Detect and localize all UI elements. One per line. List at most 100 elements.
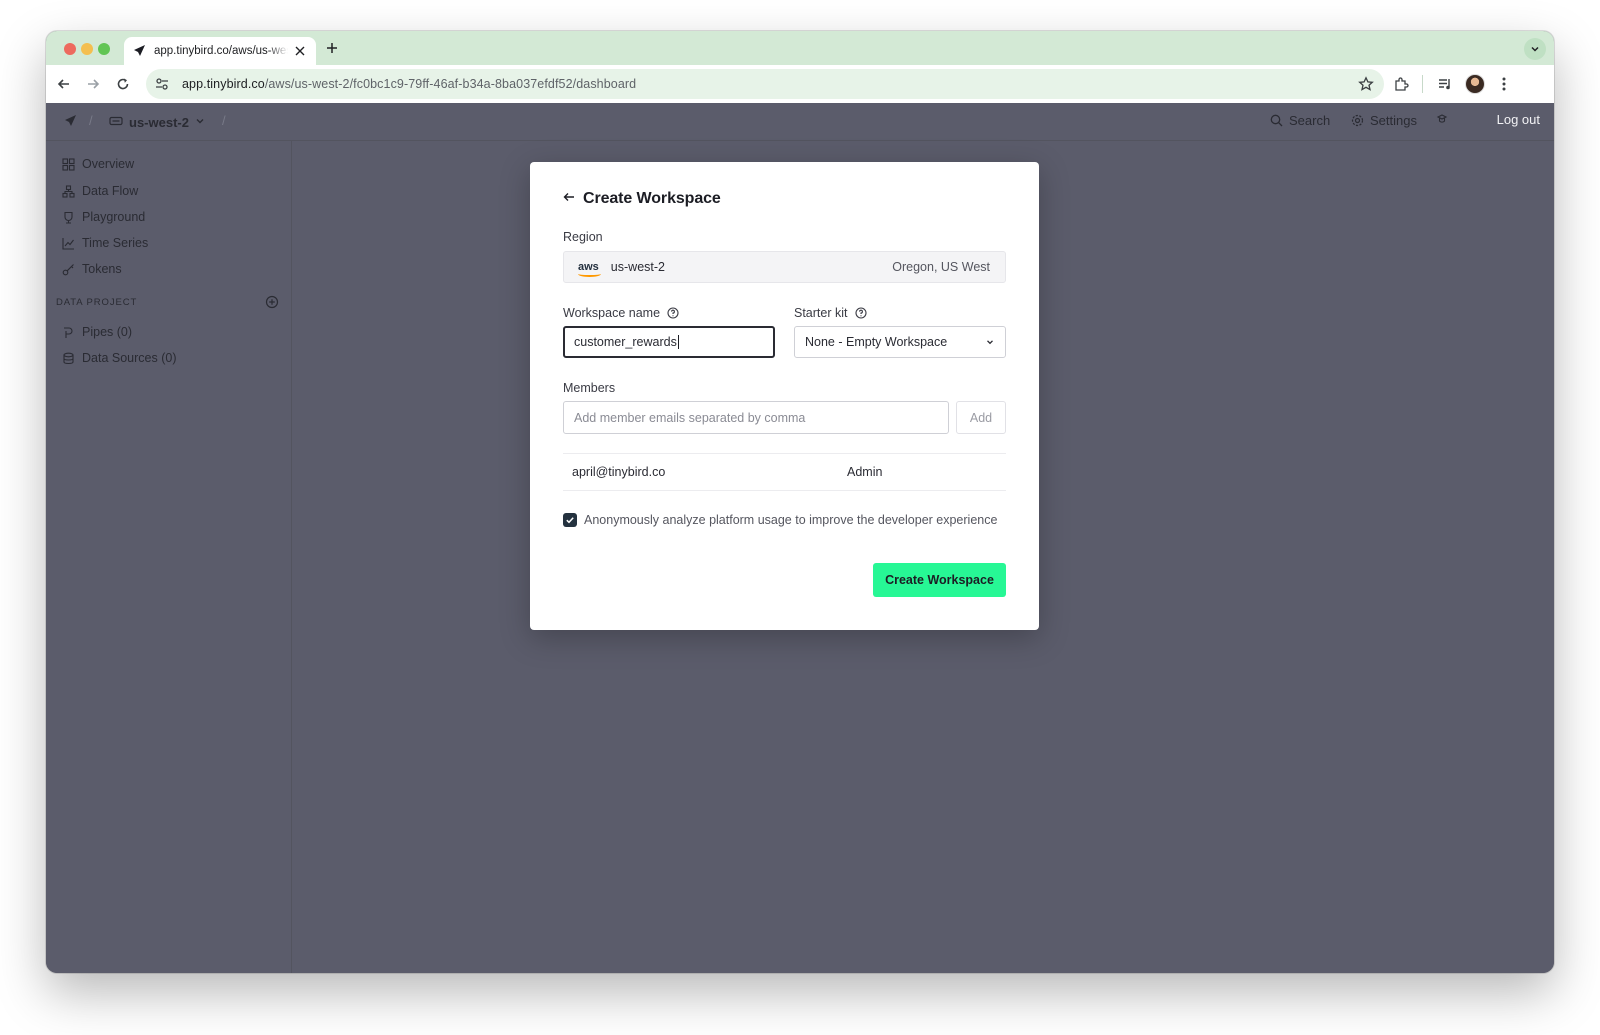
add-circle-icon[interactable] bbox=[265, 295, 279, 309]
starter-kit-value: None - Empty Workspace bbox=[805, 335, 948, 349]
starter-kit-select[interactable]: None - Empty Workspace bbox=[794, 326, 1006, 358]
browser-toolbar: app.tinybird.co/aws/us-west-2/fc0bc1c9-7… bbox=[46, 65, 1554, 103]
reload-icon[interactable] bbox=[114, 75, 132, 93]
workspace-name-label: Workspace name bbox=[563, 306, 679, 320]
grid-icon bbox=[62, 157, 75, 171]
app-header: / us-west-2 / Search Settings Log out bbox=[46, 103, 1554, 141]
back-arrow-icon[interactable] bbox=[563, 190, 575, 208]
data-project-section-label: DATA PROJECT bbox=[56, 297, 138, 308]
tab-search-icon[interactable] bbox=[1524, 38, 1546, 60]
usage-consent-row[interactable]: Anonymously analyze platform usage to im… bbox=[563, 513, 997, 527]
toolbar-divider bbox=[1422, 75, 1423, 93]
tab-title: app.tinybird.co/aws/us-west-2/fc0bc1c9-7… bbox=[154, 45, 288, 57]
url-text: app.tinybird.co/aws/us-west-2/fc0bc1c9-7… bbox=[182, 77, 636, 91]
members-label-text: Members bbox=[563, 381, 616, 395]
search-icon bbox=[1270, 114, 1283, 127]
starter-kit-label: Starter kit bbox=[794, 306, 867, 320]
member-emails-placeholder: Add member emails separated by comma bbox=[574, 410, 806, 425]
logout-button[interactable]: Log out bbox=[1497, 112, 1540, 127]
back-arrow-icon[interactable] bbox=[55, 75, 73, 93]
create-workspace-modal: Create Workspace Region aws us-west-2 Or… bbox=[530, 162, 1039, 630]
extensions-icon[interactable] bbox=[1391, 74, 1411, 94]
key-icon bbox=[62, 263, 74, 275]
text-caret bbox=[677, 335, 679, 349]
breadcrumb-separator: / bbox=[222, 113, 226, 128]
modal-header: Create Workspace bbox=[563, 190, 721, 208]
forward-arrow-icon[interactable] bbox=[84, 75, 102, 93]
sidebar-item-label: Overview bbox=[82, 157, 135, 171]
sidebar-item-label: Data Flow bbox=[82, 184, 139, 198]
tab-strip: app.tinybird.co/aws/us-west-2/fc0bc1c9-7… bbox=[46, 31, 1554, 65]
pipe-icon bbox=[64, 326, 73, 338]
gear-icon bbox=[1351, 114, 1364, 127]
url-path: /aws/us-west-2/fc0bc1c9-79ff-46af-b34a-8… bbox=[264, 77, 637, 91]
search-button[interactable]: Search bbox=[1270, 113, 1330, 128]
window-maximize-button[interactable] bbox=[98, 43, 110, 55]
sidebar: Overview Data Flow Playground Time Serie… bbox=[46, 141, 292, 973]
database-icon bbox=[63, 352, 74, 364]
workspace-name-label-text: Workspace name bbox=[563, 306, 661, 320]
workspace-name-value: customer_rewards bbox=[574, 335, 677, 349]
sidebar-item-label: Data Sources (0) bbox=[82, 351, 177, 365]
search-label: Search bbox=[1289, 113, 1331, 128]
address-bar[interactable]: app.tinybird.co/aws/us-west-2/fc0bc1c9-7… bbox=[146, 69, 1384, 99]
data-flow-icon bbox=[62, 184, 75, 198]
bookmark-star-icon[interactable] bbox=[1358, 76, 1374, 92]
chart-icon bbox=[62, 237, 74, 250]
sidebar-item-label: Tokens bbox=[82, 262, 122, 276]
region-name: Oregon, US West bbox=[892, 260, 990, 274]
browser-tab[interactable]: app.tinybird.co/aws/us-west-2/fc0bc1c9-7… bbox=[124, 37, 316, 65]
member-emails-input[interactable]: Add member emails separated by comma bbox=[563, 401, 949, 434]
region-label-text: Region bbox=[563, 230, 603, 244]
sidebar-item-data-sources[interactable]: Data Sources (0) bbox=[62, 348, 176, 368]
members-label: Members bbox=[563, 381, 615, 395]
chevron-down-icon bbox=[987, 340, 993, 345]
media-controls-icon[interactable] bbox=[1435, 74, 1455, 94]
region-display: aws us-west-2 Oregon, US West bbox=[563, 251, 1006, 283]
workspace-name-input[interactable]: customer_rewards bbox=[563, 326, 775, 358]
sidebar-item-label: Playground bbox=[82, 210, 146, 224]
help-icon[interactable] bbox=[1436, 113, 1448, 125]
sidebar-item-overview[interactable]: Overview bbox=[62, 154, 134, 174]
member-role: Admin bbox=[847, 465, 883, 479]
region-selector[interactable]: us-west-2 bbox=[109, 113, 205, 131]
browser-menu-icon[interactable] bbox=[1494, 74, 1514, 94]
breadcrumb-separator: / bbox=[89, 113, 93, 128]
modal-title: Create Workspace bbox=[583, 190, 721, 207]
profile-avatar[interactable] bbox=[1465, 74, 1485, 94]
region-crumb-label: us-west-2 bbox=[129, 114, 189, 130]
close-tab-icon[interactable] bbox=[292, 43, 308, 59]
sidebar-item-playground[interactable]: Playground bbox=[62, 207, 145, 227]
member-email: april@tinybird.co bbox=[572, 465, 666, 479]
new-tab-icon[interactable] bbox=[324, 40, 340, 56]
add-member-button[interactable]: Add bbox=[956, 401, 1006, 434]
usage-consent-label: Anonymously analyze platform usage to im… bbox=[584, 513, 998, 527]
cloud-provider-icon bbox=[109, 113, 123, 131]
table-row: april@tinybird.co Admin bbox=[563, 453, 1006, 491]
window-minimize-button[interactable] bbox=[81, 43, 93, 55]
app-viewport: / us-west-2 / Search Settings Log out Ov… bbox=[46, 103, 1554, 973]
usage-consent-checkbox[interactable] bbox=[563, 513, 577, 527]
sidebar-item-pipes[interactable]: Pipes (0) bbox=[62, 322, 132, 342]
region-label: Region bbox=[563, 230, 603, 244]
chevron-down-icon bbox=[195, 113, 205, 131]
checkmark-icon bbox=[566, 517, 574, 524]
sidebar-item-tokens[interactable]: Tokens bbox=[62, 259, 122, 279]
tinybird-logo-icon[interactable] bbox=[63, 114, 79, 130]
url-host: app.tinybird.co bbox=[182, 77, 265, 91]
playground-icon bbox=[64, 211, 73, 224]
settings-label: Settings bbox=[1370, 113, 1417, 128]
help-circle-icon[interactable] bbox=[667, 307, 679, 319]
sidebar-item-label: Time Series bbox=[82, 236, 149, 250]
tinybird-favicon-icon bbox=[132, 44, 146, 58]
sidebar-item-time-series[interactable]: Time Series bbox=[62, 233, 148, 253]
help-circle-icon[interactable] bbox=[854, 307, 867, 319]
sidebar-item-label: Pipes (0) bbox=[82, 325, 133, 339]
window-close-button[interactable] bbox=[64, 43, 76, 55]
sidebar-item-data-flow[interactable]: Data Flow bbox=[62, 181, 138, 201]
starter-kit-label-text: Starter kit bbox=[794, 306, 848, 320]
settings-button[interactable]: Settings bbox=[1351, 113, 1417, 128]
aws-logo-icon: aws bbox=[578, 260, 601, 277]
site-settings-icon[interactable] bbox=[154, 76, 170, 92]
create-workspace-button[interactable]: Create Workspace bbox=[873, 563, 1006, 597]
